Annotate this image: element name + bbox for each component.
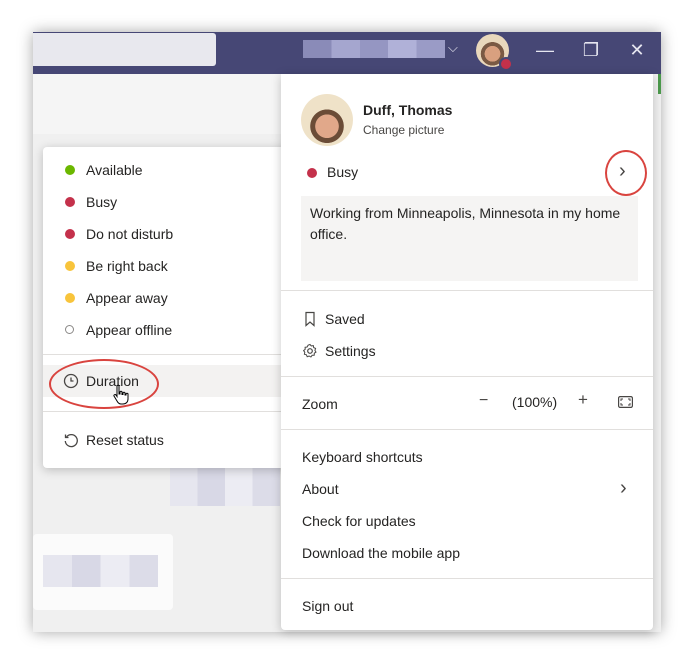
annotation-circle-duration	[49, 359, 159, 409]
hand-cursor-icon	[113, 384, 129, 405]
zoom-in-button[interactable]: +	[578, 390, 588, 410]
title-bar: ⌵ — ❐ ✕	[33, 32, 661, 74]
current-status[interactable]: Busy	[327, 164, 358, 180]
bookmark-icon	[305, 311, 315, 327]
status-label: Appear offline	[86, 322, 173, 338]
settings-menu-item[interactable]: Settings	[302, 341, 376, 361]
presence-busy-icon	[499, 57, 513, 71]
divider	[281, 429, 653, 430]
profile-panel: Duff, Thomas Change picture Busy › Worki…	[281, 74, 653, 630]
settings-label: Settings	[325, 343, 376, 359]
chevron-right-icon[interactable]: ›	[620, 477, 627, 500]
status-label: Busy	[86, 194, 118, 210]
reset-icon	[64, 433, 78, 448]
reset-status-label: Reset status	[86, 432, 164, 448]
background-header	[33, 74, 293, 134]
status-busy[interactable]: Busy	[43, 186, 292, 218]
saved-menu-item[interactable]: Saved	[302, 309, 365, 329]
annotation-circle-chevron	[605, 150, 647, 196]
restore-button[interactable]: ❐	[576, 38, 606, 62]
close-button[interactable]: ✕	[622, 38, 652, 62]
search-box[interactable]	[33, 33, 216, 66]
status-appear-away[interactable]: Appear away	[43, 282, 292, 314]
status-message[interactable]: Working from Minneapolis, Minnesota in m…	[301, 196, 638, 281]
status-do-not-disturb[interactable]: Do not disturb	[43, 218, 292, 250]
status-label: Appear away	[86, 290, 168, 306]
busy-icon	[307, 168, 317, 178]
reset-status-menu-item[interactable]: Reset status	[43, 424, 292, 456]
blurred-content	[170, 462, 280, 506]
saved-label: Saved	[325, 311, 365, 327]
appear-away-icon	[65, 293, 75, 303]
divider	[43, 354, 292, 355]
zoom-out-button[interactable]: −	[479, 392, 488, 410]
profile-name: Duff, Thomas	[363, 102, 453, 118]
profile-avatar[interactable]	[301, 94, 353, 146]
sign-out-menu-item[interactable]: Sign out	[302, 596, 353, 616]
status-menu: Available Busy Do not disturb Be right b…	[43, 147, 292, 468]
status-label: Do not disturb	[86, 226, 174, 242]
appear-offline-icon	[65, 325, 74, 334]
status-available[interactable]: Available	[43, 154, 292, 186]
change-picture-link[interactable]: Change picture	[363, 123, 444, 137]
minimize-button[interactable]: —	[530, 38, 560, 62]
status-label: Available	[86, 162, 143, 178]
divider	[281, 376, 653, 377]
keyboard-shortcuts-menu-item[interactable]: Keyboard shortcuts	[302, 447, 423, 467]
be-right-back-icon	[65, 261, 75, 271]
zoom-label: Zoom	[302, 396, 338, 412]
chevron-down-icon[interactable]: ⌵	[448, 40, 458, 56]
check-for-updates-menu-item[interactable]: Check for updates	[302, 511, 416, 531]
blurred-content	[43, 555, 158, 587]
gear-icon	[302, 343, 317, 358]
divider	[281, 290, 653, 291]
status-be-right-back[interactable]: Be right back	[43, 250, 292, 282]
fullscreen-icon[interactable]	[618, 396, 633, 408]
do-not-disturb-icon	[65, 229, 75, 239]
status-label: Be right back	[86, 258, 168, 274]
blurred-org-name[interactable]	[303, 40, 445, 58]
zoom-value[interactable]: (100%)	[512, 394, 557, 410]
divider	[43, 411, 292, 412]
download-mobile-app-menu-item[interactable]: Download the mobile app	[302, 543, 460, 563]
available-icon	[65, 165, 75, 175]
about-menu-item[interactable]: About	[302, 479, 339, 499]
busy-icon	[65, 197, 75, 207]
edge-indicator	[658, 74, 661, 94]
status-appear-offline[interactable]: Appear offline	[43, 314, 292, 346]
divider	[281, 578, 653, 579]
